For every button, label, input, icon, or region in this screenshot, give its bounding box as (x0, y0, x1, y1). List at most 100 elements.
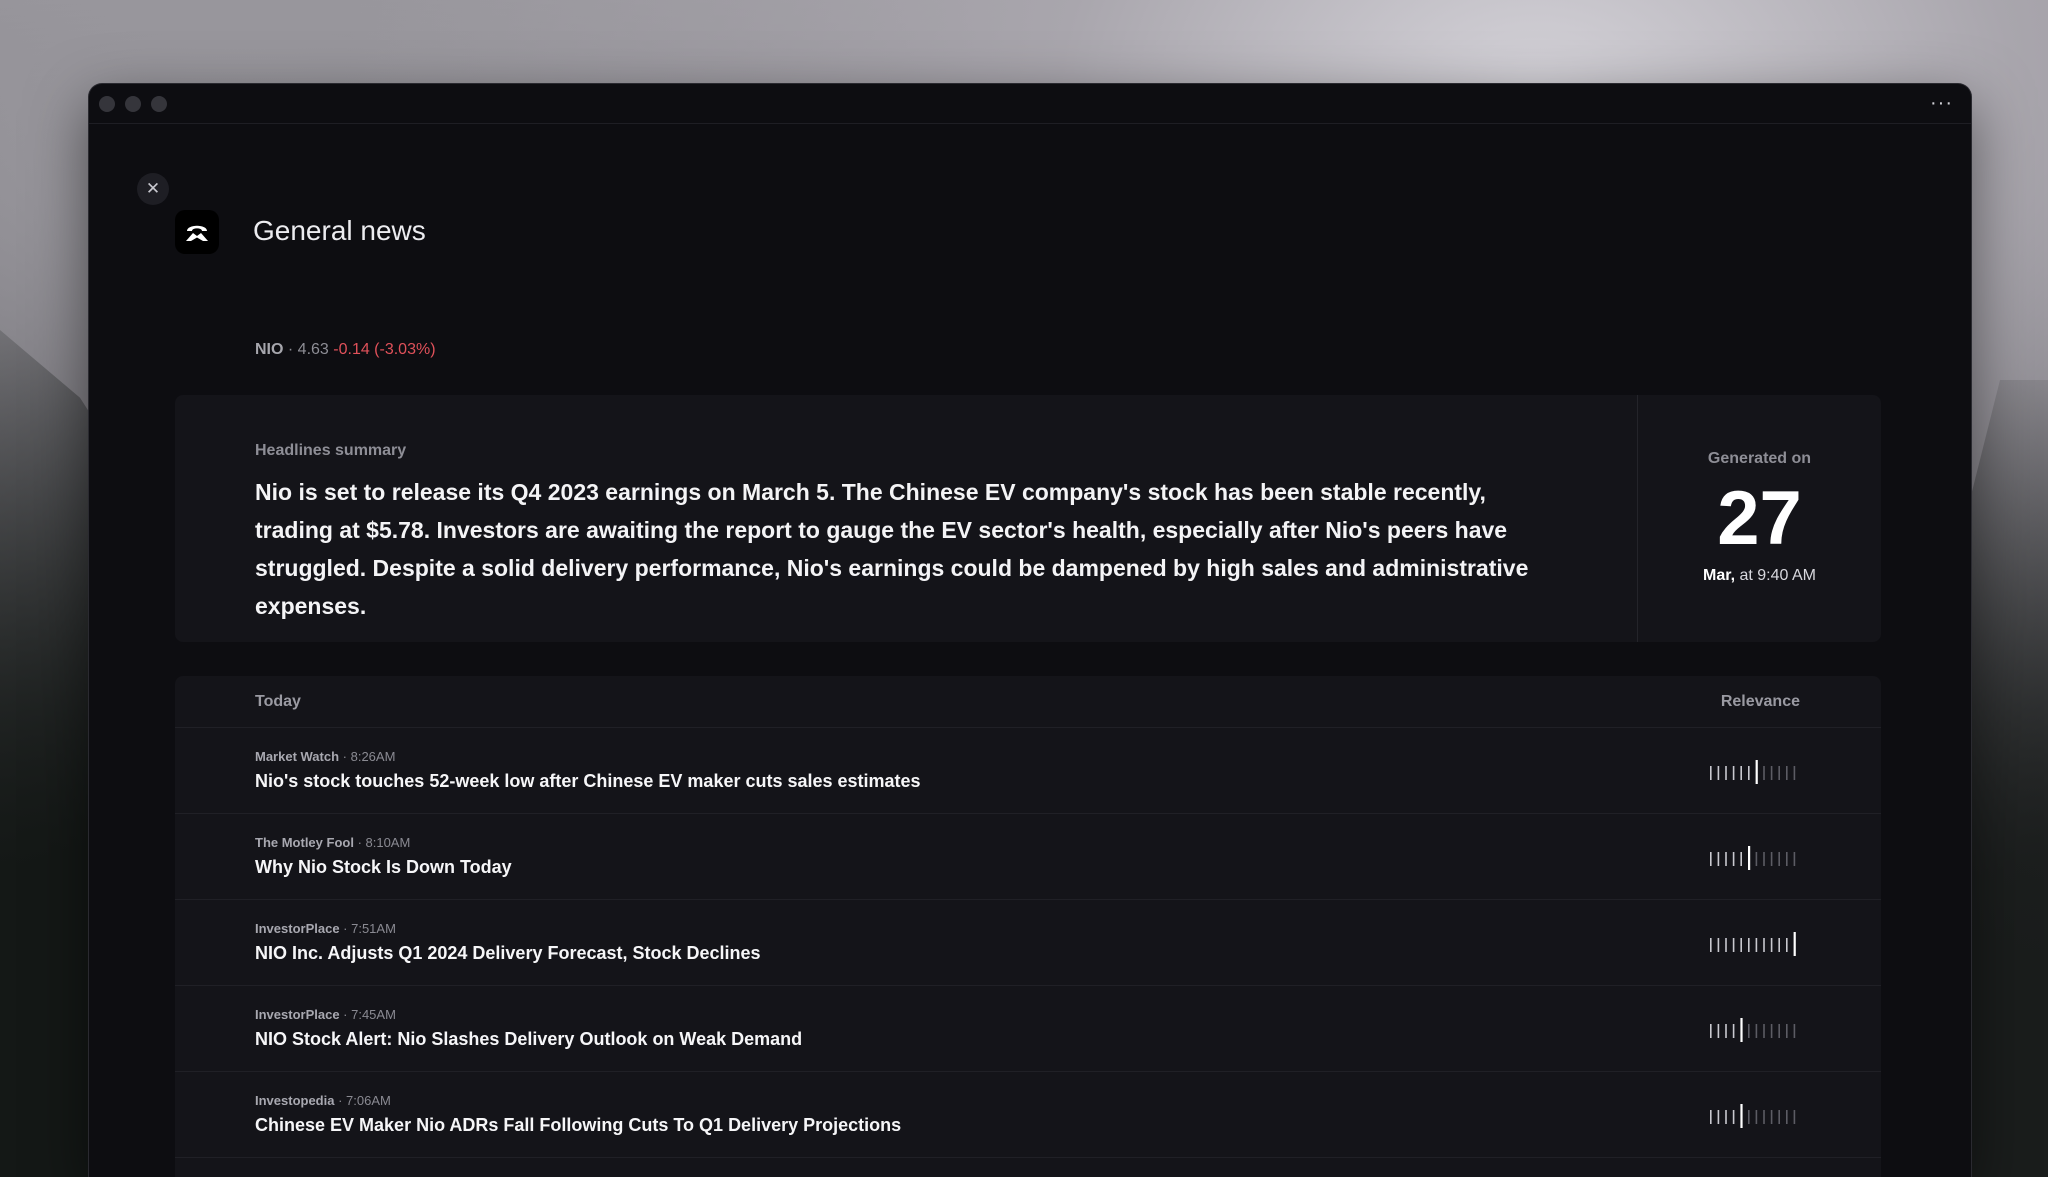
relevance-meter (1710, 1018, 1796, 1042)
relevance-tick (1786, 938, 1788, 952)
relevance-tick-current (1740, 1104, 1743, 1128)
window-close-dot[interactable] (99, 96, 115, 112)
generated-day: 27 (1717, 476, 1802, 561)
relevance-tick (1786, 1024, 1788, 1038)
summary-text: Nio is set to release its Q4 2023 earnin… (255, 479, 1529, 619)
ticker-price: 4.63 (297, 341, 329, 358)
news-row[interactable]: Investopedia · 7:06AM Chinese EV Maker Ni… (175, 1072, 1881, 1158)
relevance-tick (1793, 1024, 1796, 1038)
news-title[interactable]: NIO Inc. Adjusts Q1 2024 Delivery Foreca… (255, 943, 761, 964)
close-icon[interactable]: ✕ (137, 173, 169, 205)
news-time: · 8:10AM (353, 835, 411, 850)
news-source: InvestorPlace (255, 921, 340, 936)
news-row[interactable]: Market Watch · 8:26AM Nio's stock touches… (175, 728, 1881, 814)
news-source: The Motley Fool (255, 835, 354, 850)
ticker-change: -0.14 (-3.03%) (333, 341, 436, 358)
relevance-tick (1725, 1110, 1727, 1124)
news-row[interactable]: The Motley Fool · 8:10AM Why Nio Stock Is… (175, 814, 1881, 900)
headlines-summary-card: Headlines summary Nio is set to release … (175, 395, 1881, 642)
generated-time: Mar, at 9:40 AM (1638, 567, 1881, 585)
app-window: ··· ✕ General news NIO · 4.63 -0.14 (-3.… (88, 83, 1972, 1177)
news-list-header: Today Relevance (175, 676, 1881, 728)
relevance-tick-current (1748, 846, 1751, 870)
news-row[interactable]: InvestorPlace · 7:51AM NIO Inc. Adjusts Q… (175, 900, 1881, 986)
relevance-tick (1786, 1110, 1788, 1124)
summary-label: Headlines summary (255, 442, 407, 459)
relevance-tick (1732, 766, 1735, 780)
relevance-meter (1710, 846, 1796, 870)
news-row[interactable]: InvestorPlace · 7:45AM NIO Stock Alert: N… (175, 986, 1881, 1072)
relevance-tick (1755, 1110, 1758, 1124)
relevance-tick (1770, 938, 1773, 952)
news-title[interactable]: NIO Stock Alert: Nio Slashes Delivery Ou… (255, 1029, 802, 1050)
relevance-tick (1763, 852, 1765, 866)
window-controls (99, 96, 167, 112)
relevance-tick (1755, 938, 1758, 952)
relevance-tick (1793, 852, 1796, 866)
relevance-tick (1740, 766, 1742, 780)
relevance-tick-current (1793, 932, 1796, 956)
window-zoom-dot[interactable] (151, 96, 167, 112)
generated-time-value: at 9:40 AM (1735, 567, 1816, 584)
relevance-tick (1748, 1024, 1750, 1038)
relevance-tick (1778, 938, 1780, 952)
relevance-tick-current (1740, 1018, 1743, 1042)
relevance-tick (1717, 766, 1720, 780)
relevance-tick (1763, 1110, 1765, 1124)
generated-label: Generated on (1707, 450, 1812, 467)
news-list: Today Relevance Market Watch · 8:26AM Nio… (175, 676, 1881, 1177)
relevance-tick (1710, 1024, 1712, 1038)
more-icon[interactable]: ··· (1930, 92, 1953, 115)
relevance-column-header[interactable]: Relevance (1721, 693, 1800, 711)
relevance-tick (1770, 1110, 1773, 1124)
news-rows: Market Watch · 8:26AM Nio's stock touches… (175, 728, 1881, 1158)
relevance-tick (1778, 852, 1780, 866)
news-time: · 7:51AM (339, 921, 396, 936)
relevance-tick (1793, 1110, 1796, 1124)
relevance-tick (1725, 852, 1727, 866)
news-meta: Market Watch · 8:26AM (255, 749, 395, 764)
relevance-tick (1748, 938, 1750, 952)
relevance-tick (1786, 766, 1788, 780)
window-minimize-dot[interactable] (125, 96, 141, 112)
nio-logo-icon (175, 210, 219, 254)
relevance-tick (1725, 938, 1727, 952)
relevance-tick (1717, 938, 1720, 952)
relevance-tick (1725, 1024, 1727, 1038)
news-meta: InvestorPlace · 7:45AM (255, 1007, 396, 1022)
relevance-tick (1770, 766, 1773, 780)
news-time: · 7:45AM (339, 1007, 396, 1022)
title-bar: ··· (89, 84, 1971, 124)
news-source: Investopedia (255, 1093, 335, 1108)
news-time: · 8:26AM (339, 749, 396, 764)
news-title[interactable]: Why Nio Stock Is Down Today (255, 857, 512, 878)
relevance-tick (1710, 938, 1712, 952)
news-source: Market Watch (255, 749, 340, 764)
news-source: InvestorPlace (255, 1007, 340, 1022)
relevance-tick (1710, 766, 1712, 780)
relevance-tick (1748, 766, 1750, 780)
relevance-tick (1740, 852, 1742, 866)
relevance-meter (1710, 932, 1796, 956)
relevance-meter (1710, 760, 1796, 784)
ticker-line: NIO · 4.63 -0.14 (-3.03%) (255, 341, 436, 359)
news-meta: InvestorPlace · 7:51AM (255, 921, 396, 936)
relevance-tick (1786, 852, 1788, 866)
relevance-tick (1755, 1024, 1758, 1038)
relevance-tick (1763, 766, 1765, 780)
relevance-tick (1732, 1024, 1735, 1038)
relevance-tick (1778, 766, 1780, 780)
ticker-symbol[interactable]: NIO (255, 341, 283, 358)
relevance-tick (1732, 852, 1735, 866)
generated-on-panel: Generated on 27 Mar, at 9:40 AM (1637, 395, 1881, 642)
news-meta: The Motley Fool · 8:10AM (255, 835, 410, 850)
news-title[interactable]: Nio's stock touches 52-week low after Ch… (255, 771, 921, 792)
relevance-tick (1770, 1024, 1773, 1038)
ticker-separator: · (283, 341, 298, 358)
news-title[interactable]: Chinese EV Maker Nio ADRs Fall Following… (255, 1115, 901, 1136)
relevance-tick (1748, 1110, 1750, 1124)
relevance-tick-current (1755, 760, 1758, 784)
relevance-tick (1793, 766, 1796, 780)
relevance-meter (1710, 1104, 1796, 1128)
news-meta: Investopedia · 7:06AM (255, 1093, 391, 1108)
